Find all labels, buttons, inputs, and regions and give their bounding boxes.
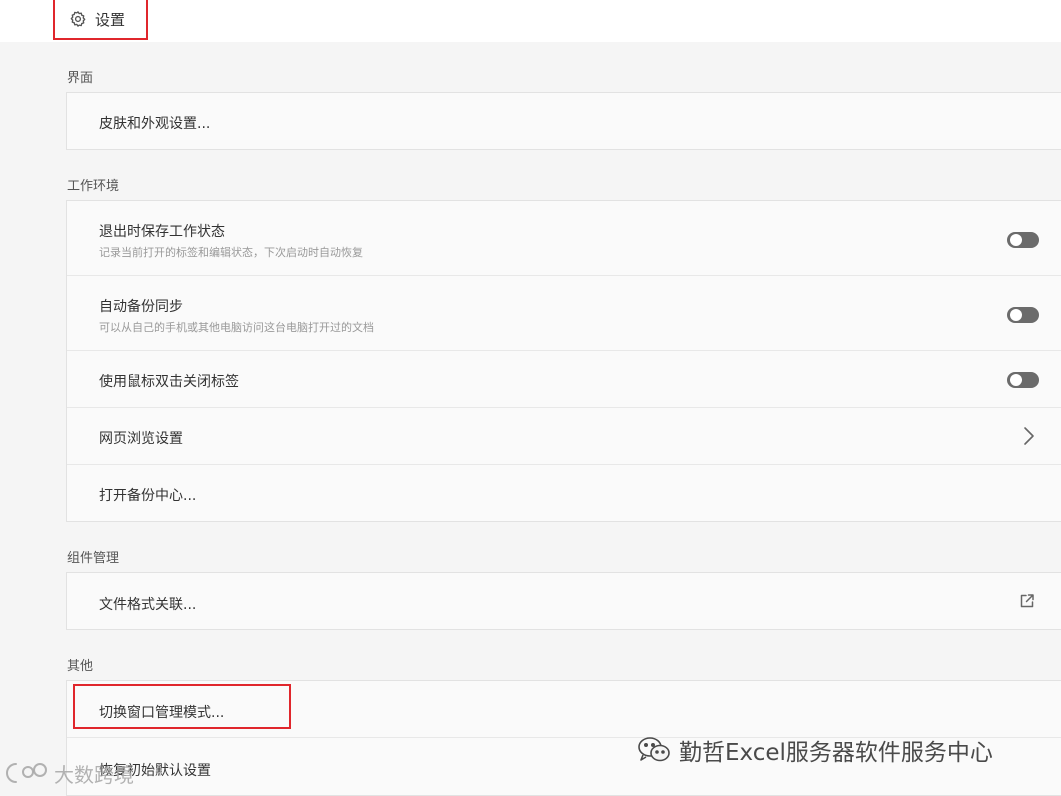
row-title: 打开备份中心... <box>99 488 197 504</box>
auto-backup-sync-toggle[interactable] <box>1007 307 1039 323</box>
row-skin-appearance[interactable]: 皮肤和外观设置... <box>67 93 1061 149</box>
row-web-browse-settings[interactable]: 网页浏览设置 <box>67 408 1061 465</box>
switch-window-mode-highlight <box>73 684 291 729</box>
row-auto-backup-sync: 自动备份同步 可以从自己的手机或其他电脑访问这台电脑打开过的文档 <box>67 276 1061 351</box>
settings-title-highlight[interactable]: 设置 <box>53 0 148 40</box>
row-title: 退出时保存工作状态 <box>99 224 225 240</box>
watermark-left-text: 大数跨境 <box>54 762 134 787</box>
double-click-close-tab-toggle[interactable] <box>1007 372 1039 388</box>
watermark-brand: 大数跨境 <box>6 758 134 788</box>
section-label-other: 其他 <box>67 659 94 674</box>
brand-logo-icon <box>6 758 50 788</box>
section-label-interface: 界面 <box>67 71 94 86</box>
row-title: 使用鼠标双击关闭标签 <box>99 374 239 390</box>
wechat-icon <box>637 736 671 764</box>
row-save-work-state: 退出时保存工作状态 记录当前打开的标签和编辑状态，下次启动时自动恢复 <box>67 201 1061 276</box>
row-file-format-association[interactable]: 文件格式关联... <box>67 573 1061 629</box>
watermark-right-text: 勤哲Excel服务器软件服务中心 <box>679 740 993 766</box>
header-bar: 设置 <box>0 0 1061 42</box>
section-label-workspace: 工作环境 <box>67 179 120 194</box>
section-label-components: 组件管理 <box>67 551 120 566</box>
watermark-wechat: 勤哲Excel服务器软件服务中心 <box>637 733 993 767</box>
gear-icon <box>69 10 87 28</box>
row-subtitle: 记录当前打开的标签和编辑状态，下次启动时自动恢复 <box>99 246 363 259</box>
card-interface: 皮肤和外观设置... <box>66 92 1061 150</box>
row-title: 自动备份同步 <box>99 299 183 315</box>
external-link-icon <box>1019 593 1035 609</box>
row-subtitle: 可以从自己的手机或其他电脑访问这台电脑打开过的文档 <box>99 321 374 334</box>
row-double-click-close-tab: 使用鼠标双击关闭标签 <box>67 351 1061 408</box>
row-open-backup-center[interactable]: 打开备份中心... <box>67 465 1061 521</box>
page-title: 设置 <box>95 10 126 29</box>
card-components: 文件格式关联... <box>66 572 1061 630</box>
row-title: 皮肤和外观设置... <box>99 116 211 132</box>
row-title: 文件格式关联... <box>99 597 197 613</box>
row-title: 网页浏览设置 <box>99 431 183 447</box>
save-work-state-toggle[interactable] <box>1007 232 1039 248</box>
card-workspace: 退出时保存工作状态 记录当前打开的标签和编辑状态，下次启动时自动恢复 自动备份同… <box>66 200 1061 522</box>
chevron-right-icon <box>1023 426 1035 446</box>
